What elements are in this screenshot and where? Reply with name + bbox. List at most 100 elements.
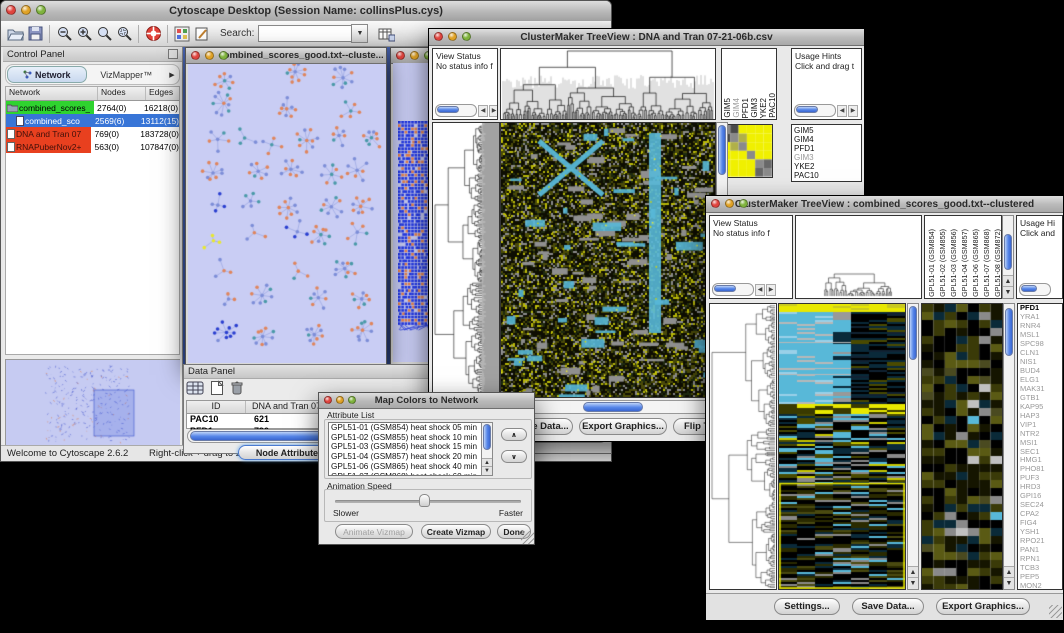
attribute-item-1[interactable]: GPL51-02 (GSM855) heat shock 10 min	[329, 433, 481, 443]
animate-vizmap-button[interactable]: Animate Vizmap	[335, 524, 413, 539]
zoom-col-label-1[interactable]: GIM4	[732, 98, 741, 118]
close-button[interactable]	[434, 32, 443, 41]
minimize-button[interactable]	[725, 199, 734, 208]
zoom-button[interactable]	[739, 199, 748, 208]
tab-overflow-arrow[interactable]: ▶	[165, 71, 179, 79]
close-button[interactable]	[711, 199, 720, 208]
gene-label-31[interactable]: MON2	[1020, 582, 1062, 590]
settings-button[interactable]: Settings...	[774, 598, 840, 615]
experiment-label-4[interactable]: GPL51-06 (GSM865)	[970, 229, 981, 297]
col-network[interactable]: Network	[6, 87, 98, 100]
scroll-right-icon[interactable]: ▶	[489, 105, 498, 117]
gene-dendrogram-panel[interactable]	[432, 122, 500, 398]
column-dendrogram-canvas[interactable]	[501, 49, 715, 119]
zoom-button[interactable]	[462, 32, 471, 41]
zoom-matrix-canvas[interactable]	[722, 125, 772, 177]
float-panel-icon[interactable]	[168, 49, 178, 59]
export-graphics-button[interactable]: Export Graphics...	[579, 418, 667, 435]
zoom-row-label-5[interactable]: PAC10	[794, 171, 861, 180]
move-down-button[interactable]: ∨	[501, 450, 527, 463]
col-edges[interactable]: Edges	[146, 87, 179, 100]
scroll-right-icon[interactable]: ▶	[766, 284, 776, 296]
close-button[interactable]	[324, 396, 332, 404]
minimize-button[interactable]	[410, 51, 419, 60]
save-icon[interactable]	[25, 24, 45, 44]
experiment-label-0[interactable]: GPL51-01 (GSM854)	[926, 229, 937, 297]
network-overview-canvas[interactable]	[6, 360, 180, 446]
attribute-item-0[interactable]: GPL51-01 (GSM854) heat shock 05 min	[329, 423, 481, 433]
open-file-icon[interactable]	[5, 24, 25, 44]
zoom-button[interactable]	[219, 51, 228, 60]
search-dropdown-button[interactable]: ▼	[351, 24, 368, 43]
id-column[interactable]: ID	[187, 401, 246, 413]
scroll-right-icon[interactable]: ▶	[848, 105, 858, 117]
col-nodes[interactable]: Nodes	[98, 87, 146, 100]
help-lifering-icon[interactable]	[143, 24, 163, 44]
zoom-row-label-4[interactable]: YKE2	[794, 162, 861, 171]
main-titlebar[interactable]: Cytoscape Desktop (Session Name: collins…	[1, 1, 611, 22]
speed-slider-thumb[interactable]	[419, 494, 430, 507]
experiment-label-3[interactable]: GPL51-04 (GSM857)	[959, 229, 970, 297]
search-input[interactable]	[258, 25, 351, 42]
zoom-row-label-3[interactable]: GIM3	[794, 153, 861, 162]
zoom-selected-icon[interactable]	[114, 24, 134, 44]
gene-dendrogram-panel[interactable]	[709, 303, 777, 590]
zoom-heatmap-canvas[interactable]	[922, 304, 1002, 589]
network-row-dna-tran[interactable]: DNA and Tran 07 769(0) 183728(0)	[6, 127, 179, 140]
attribute-list-scrollbar[interactable]: ▲ ▼	[481, 422, 493, 476]
heatmap-canvas[interactable]	[501, 123, 715, 397]
vizmapper-icon[interactable]	[172, 24, 192, 44]
zoom-out-icon[interactable]	[54, 24, 74, 44]
import-table-icon[interactable]	[376, 24, 396, 44]
move-up-button[interactable]: ∧	[501, 428, 527, 441]
annotation-icon[interactable]	[192, 24, 212, 44]
usage-scrollbar[interactable]: ◀▶	[794, 104, 858, 117]
column-dendrogram-panel[interactable]	[795, 215, 922, 299]
scroll-left-icon[interactable]: ◀	[478, 105, 488, 117]
zoom-col-label-2[interactable]: PFD1	[741, 98, 750, 118]
zoom-col-label-0[interactable]: GIM5	[723, 98, 732, 118]
zoom-col-label-3[interactable]: GIM3	[750, 98, 759, 118]
column-labels-vscrollbar[interactable]: ▲ ▼	[1002, 215, 1014, 299]
create-vizmap-button[interactable]: Create Vizmap	[421, 524, 491, 539]
resize-grip[interactable]	[521, 531, 534, 544]
dense-cluster-canvas[interactable]	[398, 121, 432, 331]
zoom-button[interactable]	[36, 5, 46, 15]
global-heatmap-canvas[interactable]	[779, 304, 905, 589]
attribute-item-4[interactable]: GPL51-06 (GSM865) heat shock 40 min	[329, 462, 481, 472]
attribute-item-3[interactable]: GPL51-04 (GSM857) heat shock 20 min	[329, 452, 481, 462]
attribute-item-5[interactable]: GPL51-07 (GSM868) heat shock 60 min	[329, 472, 481, 476]
network-overview-panel[interactable]	[5, 359, 180, 449]
zoom-col-label-4[interactable]: YKE2	[759, 98, 768, 118]
table-grid-icon[interactable]	[186, 380, 204, 401]
zoom-heatmap-panel[interactable]	[921, 303, 1003, 590]
global-heatmap-panel[interactable]	[778, 303, 906, 590]
attribute-item-2[interactable]: GPL51-03 (GSM856) heat shock 15 min	[329, 442, 481, 452]
close-button[interactable]	[396, 51, 405, 60]
zoom-vscrollbar[interactable]: ▲ ▼	[1003, 303, 1015, 590]
status-scrollbar[interactable]: ◀▶	[435, 104, 498, 117]
zoom-matrix-panel[interactable]	[721, 124, 773, 178]
trash-icon[interactable]	[230, 380, 244, 401]
scroll-down-icon[interactable]: ▼	[482, 466, 492, 475]
zoom-row-label-0[interactable]: GIM5	[794, 126, 861, 135]
network-row-combined-sco-selected[interactable]: combined_sco 2569(6) 13112(15)	[6, 114, 179, 127]
tab-vizmapper[interactable]: VizMapper™	[88, 70, 166, 80]
global-vscrollbar[interactable]: ▲ ▼	[907, 303, 919, 590]
experiment-label-2[interactable]: GPL51-03 (GSM856)	[948, 229, 959, 297]
scroll-down-icon[interactable]: ▼	[908, 577, 918, 589]
network-row-combined-scores[interactable]: combined_scores_ 2764(0) 16218(0)	[6, 101, 179, 114]
gene-dendrogram-canvas[interactable]	[433, 123, 499, 397]
close-button[interactable]	[6, 5, 16, 15]
scroll-down-icon[interactable]: ▼	[1004, 577, 1014, 589]
heatmap-panel[interactable]	[500, 122, 716, 398]
minimize-button[interactable]	[205, 51, 214, 60]
experiment-label-6[interactable]: GPL51-08 (GSM872)	[992, 229, 1002, 297]
scroll-left-icon[interactable]: ◀	[755, 284, 765, 296]
network-row-rnapubernov2[interactable]: RNAPuberNov2+ 563(0) 107847(0)	[6, 140, 179, 153]
zoom-in-icon[interactable]	[74, 24, 94, 44]
experiment-label-5[interactable]: GPL51-07 (GSM868)	[981, 229, 992, 297]
usage-scrollbar[interactable]	[1019, 283, 1051, 296]
tab-network[interactable]: Network	[7, 66, 87, 83]
minimize-button[interactable]	[336, 396, 344, 404]
